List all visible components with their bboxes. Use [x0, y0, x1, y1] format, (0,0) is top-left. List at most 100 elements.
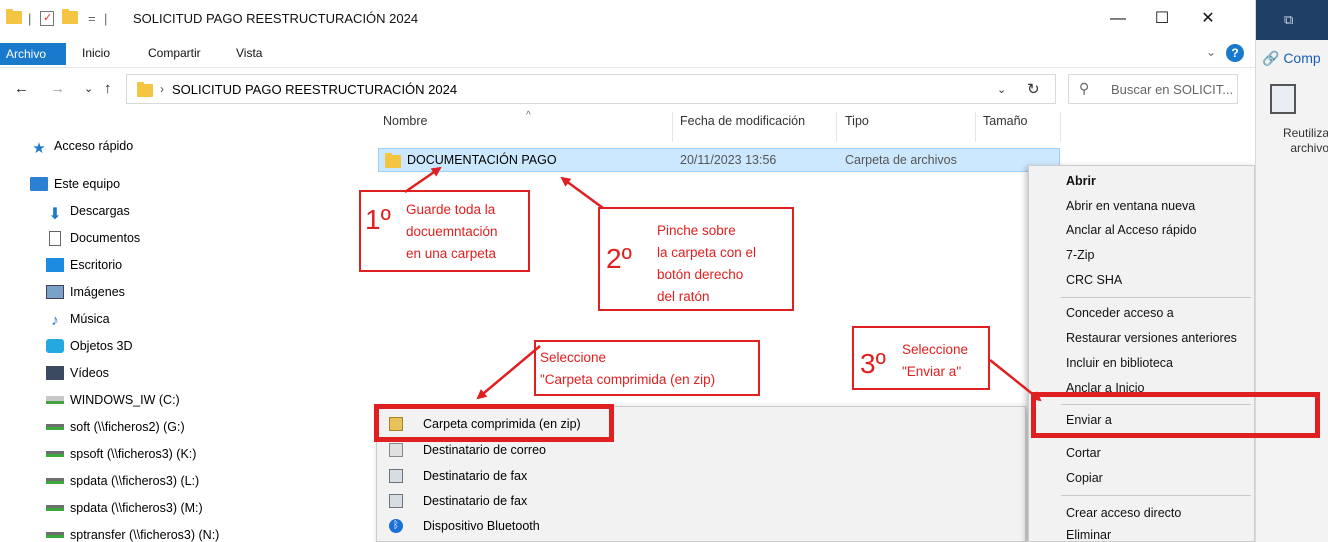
tab-archivo[interactable]: Archivo	[0, 43, 66, 65]
folder-icon	[137, 82, 153, 97]
menu-item-crear-acceso[interactable]: Crear acceso directo	[1066, 506, 1181, 520]
nav-documentos[interactable]: Documentos	[46, 228, 140, 248]
nav-drive-n[interactable]: sptransfer (\\ficheros3) (N:)	[46, 525, 219, 542]
sendto-item-mail[interactable]: Destinatario de correo	[423, 443, 546, 457]
fax-icon	[389, 469, 403, 483]
title-bar: | ✓ = | SOLICITUD PAGO REESTRUCTURACIÓN …	[0, 0, 1255, 40]
annotation-step4: Seleccione "Carpeta comprimida (en zip)	[534, 340, 760, 396]
network-drive-icon	[46, 424, 64, 430]
menu-item-abrir-ventana[interactable]: Abrir en ventana nueva	[1066, 199, 1195, 213]
annotation-step3: 3º Seleccione "Enviar a"	[852, 326, 990, 390]
nav-drive-l[interactable]: spdata (\\ficheros3) (L:)	[46, 471, 199, 491]
cube-icon	[46, 339, 64, 353]
folder-icon	[385, 153, 401, 168]
pc-icon	[30, 177, 48, 191]
sort-ascending-icon: ^	[526, 110, 531, 121]
help-icon[interactable]: ?	[1226, 44, 1244, 62]
sendto-item-fax-2[interactable]: Destinatario de fax	[423, 494, 527, 508]
nav-acceso-rapido[interactable]: ★ Acceso rápido	[30, 136, 133, 157]
expand-ribbon-icon[interactable]: ⌄	[1206, 45, 1216, 59]
nav-drive-g[interactable]: soft (\\ficheros2) (G:)	[46, 417, 185, 437]
close-button[interactable]: ✕	[1190, 6, 1226, 32]
music-icon: ♪	[51, 312, 59, 329]
document-icon	[49, 230, 61, 246]
menu-item-incluir-biblioteca[interactable]: Incluir en biblioteca	[1066, 356, 1173, 370]
menu-item-crc-sha[interactable]: CRC SHA	[1066, 273, 1122, 287]
file-name: DOCUMENTACIÓN PAGO	[407, 153, 557, 167]
nav-videos[interactable]: Vídeos	[46, 363, 109, 383]
share-button[interactable]: 🔗 Comp	[1262, 50, 1321, 67]
recent-locations-icon[interactable]: ⌄	[84, 82, 93, 95]
annotation-step1: 1º Guarde toda la docuemntación en una c…	[359, 190, 530, 272]
nav-drive-m[interactable]: spdata (\\ficheros3) (M:)	[46, 498, 203, 518]
drive-icon	[46, 396, 64, 404]
highlight-enviar-a	[1031, 392, 1320, 438]
breadcrumb-current[interactable]: SOLICITUD PAGO REESTRUCTURACIÓN 2024	[172, 82, 457, 97]
minimize-button[interactable]: —	[1100, 6, 1136, 32]
context-menu: Abrir Abrir en ventana nueva Anclar al A…	[1028, 165, 1255, 542]
menu-item-eliminar[interactable]: Eliminar	[1066, 528, 1111, 542]
back-button[interactable]: ←	[14, 80, 29, 97]
nav-descargas[interactable]: ⬇ Descargas	[46, 201, 129, 223]
column-header-fecha[interactable]: Fecha de modificación	[680, 114, 805, 128]
nav-este-equipo[interactable]: Este equipo	[30, 174, 120, 194]
reuse-label: Reutiliza archivo	[1282, 126, 1328, 155]
ribbon-tabs: Archivo Inicio Compartir Vista ⌄ ?	[0, 40, 1255, 68]
refresh-icon[interactable]: ↻	[1027, 80, 1040, 98]
network-drive-icon	[46, 505, 64, 511]
file-type: Carpeta de archivos	[845, 153, 957, 167]
nav-drive-k[interactable]: spsoft (\\ficheros3) (K:)	[46, 444, 196, 464]
tab-vista[interactable]: Vista	[236, 46, 262, 60]
new-folder-icon[interactable]	[62, 9, 78, 27]
nav-drive-c[interactable]: WINDOWS_IW (C:)	[46, 390, 180, 410]
menu-item-restaurar-versiones[interactable]: Restaurar versiones anteriores	[1066, 331, 1237, 345]
nav-musica[interactable]: ♪ Música	[46, 309, 109, 329]
file-row-documentacion-pago[interactable]: DOCUMENTACIÓN PAGO 20/11/2023 13:56 Carp…	[378, 148, 1060, 172]
column-header-tamano[interactable]: Tamaño	[983, 114, 1027, 128]
menu-item-copiar[interactable]: Copiar	[1066, 471, 1103, 485]
nav-imagenes[interactable]: Imágenes	[46, 282, 125, 302]
nav-escritorio[interactable]: Escritorio	[46, 255, 122, 275]
address-bar[interactable]: › SOLICITUD PAGO REESTRUCTURACIÓN 2024 ⌄…	[126, 74, 1056, 104]
video-icon	[46, 366, 64, 380]
search-input[interactable]: ⚲ Buscar en SOLICIT...	[1068, 74, 1238, 104]
nav-objetos-3d[interactable]: Objetos 3D	[46, 336, 133, 356]
file-date: 20/11/2023 13:56	[680, 153, 777, 167]
sendto-item-bluetooth[interactable]: Dispositivo Bluetooth	[423, 519, 540, 533]
up-button[interactable]: ↑	[104, 80, 112, 97]
bluetooth-icon: ᛒ	[389, 519, 403, 533]
address-row: ← → ⌄ ↑ › SOLICITUD PAGO REESTRUCTURACIÓ…	[0, 72, 1255, 106]
column-header-nombre[interactable]: Nombre	[383, 114, 427, 128]
forward-button[interactable]: →	[50, 80, 65, 97]
adjacent-window-strip: ⧉ 🔗 Comp Reutiliza archivo	[1255, 0, 1328, 542]
sendto-item-fax-1[interactable]: Destinatario de fax	[423, 469, 527, 483]
maximize-button[interactable]: ☐	[1144, 6, 1180, 32]
search-placeholder: Buscar en SOLICIT...	[1111, 82, 1234, 97]
annotation-step2: 2º Pinche sobre la carpeta con el botón …	[598, 207, 794, 311]
navigation-pane: ★ Acceso rápido Este equipo ⬇ Descargas Do…	[0, 106, 370, 542]
tab-compartir[interactable]: Compartir	[148, 46, 201, 60]
properties-icon[interactable]: ✓	[40, 11, 54, 26]
breadcrumb-separator: ›	[160, 82, 164, 96]
network-drive-icon	[46, 478, 64, 484]
highlight-zip-item	[374, 404, 614, 442]
customize-toolbar-icon[interactable]: =	[88, 11, 96, 26]
search-icon: ⚲	[1079, 80, 1090, 96]
menu-item-cortar[interactable]: Cortar	[1066, 446, 1101, 460]
menu-item-abrir[interactable]: Abrir	[1066, 174, 1096, 188]
column-header-tipo[interactable]: Tipo	[845, 114, 869, 128]
menu-item-7zip[interactable]: 7-Zip	[1066, 248, 1094, 262]
window-title: SOLICITUD PAGO REESTRUCTURACIÓN 2024	[133, 11, 419, 26]
mail-icon	[389, 443, 403, 457]
restore-icon: ⧉	[1284, 12, 1294, 27]
address-dropdown-icon[interactable]: ⌄	[997, 83, 1006, 96]
network-drive-icon	[46, 451, 64, 457]
desktop-icon	[46, 258, 64, 272]
reuse-icon	[1270, 84, 1296, 114]
menu-item-anclar-acceso[interactable]: Anclar al Acceso rápido	[1066, 223, 1197, 237]
tab-inicio[interactable]: Inicio	[82, 46, 110, 60]
folder-icon	[6, 9, 22, 27]
fax-icon	[389, 494, 403, 508]
menu-item-conceder-acceso[interactable]: Conceder acceso a	[1066, 306, 1174, 320]
star-icon: ★	[32, 140, 46, 157]
